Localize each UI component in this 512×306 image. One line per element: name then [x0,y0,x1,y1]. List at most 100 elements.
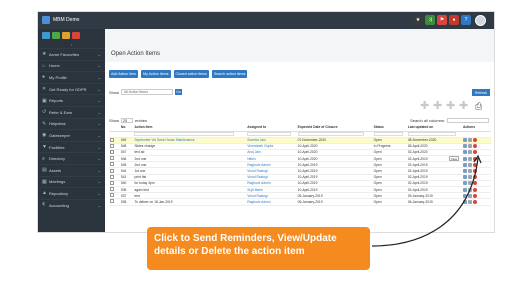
row-checkbox[interactable] [110,193,114,198]
row-checkbox[interactable] [110,149,114,154]
delete-icon[interactable] [472,144,477,149]
top-icons: ★ ⤨ ⚑ ●? [413,15,486,26]
action-button[interactable]: Closed action items [173,70,209,78]
help-icon[interactable]: ? [461,15,471,25]
row-checkbox[interactable] [110,143,114,148]
row-checkbox[interactable] [110,168,114,173]
row-checkbox[interactable] [110,199,114,204]
sidebar-item[interactable]: ↺ Refer & Earn ⌄ [38,105,105,118]
sidebar: ‹ ★ Acme Favourites ⌄ ⌂ Home ⌄ ● My Profile ⌄ ✕ Ge… [38,29,105,232]
sidebar-item[interactable]: ✕ Get Ready for GDPR ⌄ [38,82,105,95]
reminder-icon[interactable] [462,138,467,143]
row-checkbox[interactable] [110,180,114,185]
row-checkbox[interactable] [110,187,114,192]
sidebar-item[interactable]: ▣ Reports ⌄ [38,94,105,106]
go-button[interactable]: Go [175,89,183,95]
search-input[interactable] [447,118,489,123]
row-checkbox[interactable] [110,137,114,142]
sidebar-item-icon: ₹ [42,202,46,209]
sidebar-item-label: Helpdesk [49,121,66,127]
edit-icon[interactable] [467,138,472,143]
chevron-down-icon: ⌄ [97,63,101,69]
chevron-down-icon: ⌄ [97,179,101,185]
app-logo [42,16,50,24]
sidebar-item-icon: ▣ [42,97,47,104]
sidebar-item-label: Meetings [49,179,66,185]
sidebar-item-label: Accounting [49,202,69,208]
column-filter-input[interactable] [247,132,291,136]
table-cell: 535 [119,198,134,206]
action-button[interactable]: My Action Items [141,70,171,78]
entries-suffix: entries [135,118,148,123]
sidebar-item-label: Home [49,63,60,69]
sidebar-item-icon: ▲ [42,190,47,197]
sidebar-item-label: Reports [49,98,64,104]
star-icon[interactable]: ★ [413,15,423,25]
sidebar-item[interactable]: ▼ Facilities ⌄ [38,140,105,153]
app-title: MBM Demo [53,17,80,23]
sidebar-item-icon: ▦ [42,178,47,185]
sidebar-item[interactable]: ≡ Directory ⌄ [38,152,105,164]
row-checkbox[interactable] [110,156,114,161]
column-header: No. [119,124,134,132]
sidebar-item[interactable]: ◉ Gatekeeper ⌄ [38,129,105,141]
sidebar-item-icon: ● [42,74,46,81]
puzzle-icon[interactable]: ✚ [433,101,444,112]
tool-icon[interactable] [62,32,70,39]
sidebar-item[interactable]: ● My Profile ⌄ [38,71,105,83]
chevron-down-icon: ⌄ [97,132,101,138]
avatar[interactable] [475,15,486,26]
sidebar-item[interactable]: ▤ Assets ⌄ [38,163,105,176]
action-button[interactable]: Add Action Item [109,70,139,78]
entries-select[interactable]: 25 [121,118,134,123]
column-filter-input[interactable] [297,132,365,136]
row-select-cell [109,198,120,206]
action-button[interactable]: Search action items [211,70,248,78]
sidebar-item[interactable]: ✎ Helpdesk ⌄ [38,117,105,130]
chevron-down-icon: ⌄ [97,121,101,127]
sidebar-tools [38,29,105,42]
search-all: Search all columns: [410,118,489,123]
column-filter-input[interactable] [373,132,403,136]
puzzle-icon[interactable]: ✚ [459,101,470,112]
chevron-down-icon: ⌄ [97,190,101,196]
tool-icon[interactable] [42,32,50,39]
puzzle-icon[interactable]: ✚ [446,101,457,112]
sidebar-item-label: Gatekeeper [49,132,70,138]
sidebar-item[interactable]: ₹ Accounting ⌄ [38,198,105,211]
print-icon[interactable]: ⎙ [475,101,486,112]
tool-icon[interactable] [52,32,60,39]
brand[interactable]: MBM Demo [38,12,105,29]
sidebar-item[interactable]: ⌂ Home ⌄ [38,59,105,72]
sidebar-item-label: Directory [49,156,66,162]
table-header: No. Action Item Assigned to Expected Date o… [109,124,491,132]
sidebar-item[interactable]: ★ Acme Favourites ⌄ [38,48,105,60]
tool-icon[interactable] [72,32,80,39]
entries-control: Show 25 entries [109,118,147,123]
sidebar-item-icon: ◉ [42,132,47,139]
column-filter-input[interactable] [407,132,456,136]
sidebar-item-label: Assets [49,167,62,173]
column-filter-input[interactable] [134,132,235,136]
edit-icon[interactable] [467,144,472,149]
row-checkbox[interactable] [110,174,114,179]
table-cell[interactable]: Raghuvir Admin [246,198,297,206]
chevron-down-icon: ⌄ [97,51,101,57]
delete-icon[interactable] [472,138,477,143]
table-cell[interactable]: To deliver on 18-Jan-2019 [133,198,247,206]
chevron-down-icon: ⌄ [97,156,101,162]
shuffle-icon[interactable]: ⤨ [425,15,435,25]
column-header: Expected Date of Closure [296,124,373,132]
flag-icon[interactable]: ⚑ [437,15,447,25]
row-checkbox[interactable] [110,162,114,167]
refresh-button[interactable]: Refresh [472,89,490,96]
show-label: Show [109,89,120,95]
filter-select[interactable]: All Action Items [121,89,174,95]
bell-icon[interactable]: ● [449,15,459,25]
sidebar-item[interactable]: ▲ Repository ⌄ [38,187,105,199]
sidebar-item[interactable]: ▦ Meetings ⌄ [38,175,105,188]
sidebar-item-icon: ⌂ [42,62,46,69]
reminder-icon[interactable] [462,144,467,149]
puzzle-icon[interactable]: ✚ [420,101,431,112]
plugin-icons: ✚ ✚ ✚ ✚ [420,101,470,112]
